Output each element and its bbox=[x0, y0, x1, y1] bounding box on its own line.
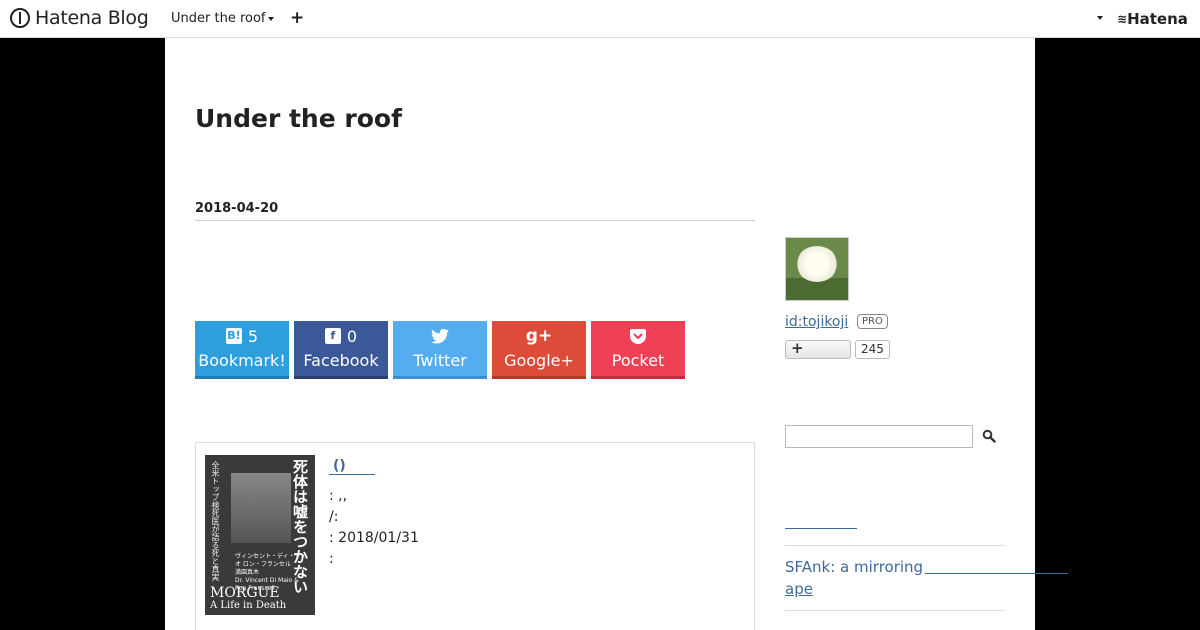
date-divider bbox=[195, 220, 755, 221]
search-icon[interactable] bbox=[982, 429, 996, 443]
add-icon[interactable]: + bbox=[290, 8, 304, 28]
hatena-bookmark-button[interactable]: B! 5 Bookmark! bbox=[195, 321, 289, 379]
twitter-share-button[interactable]: Twitter bbox=[393, 321, 487, 379]
cover-photo bbox=[231, 473, 291, 543]
search-input[interactable] bbox=[785, 425, 973, 448]
hatena-blog-logo[interactable]: Hatena Blog bbox=[10, 7, 149, 29]
google-plus-label: Google+ bbox=[504, 351, 574, 370]
hatena-mark-icon: ≋ bbox=[1117, 12, 1127, 26]
sidebar-link-underline[interactable] bbox=[785, 528, 857, 529]
pocket-label: Pocket bbox=[611, 351, 665, 370]
cover-morgue-title: MORGUE bbox=[210, 585, 280, 601]
blog-menu-label: Under the roof bbox=[171, 11, 266, 26]
book-title-link[interactable]: () bbox=[329, 458, 375, 475]
sidebar-entry-link[interactable]: SFAnk: a mirroring ape bbox=[785, 556, 985, 600]
cover-translator: 満園真木 bbox=[235, 569, 260, 576]
cover-morgue-subtitle: A Life in Death bbox=[210, 600, 287, 611]
profile-avatar[interactable] bbox=[785, 237, 849, 301]
follower-count[interactable]: 245 bbox=[855, 340, 890, 359]
twitter-bird-icon bbox=[431, 328, 449, 344]
global-header: Hatena Blog Under the roof + ≋ Hatena bbox=[0, 0, 1200, 38]
follow-plus-icon: + bbox=[791, 339, 804, 357]
hatena-logo[interactable]: ≋ Hatena bbox=[1117, 10, 1188, 28]
bookmark-count: 5 bbox=[247, 326, 259, 346]
facebook-label: Facebook bbox=[303, 351, 379, 370]
google-plus-share-button[interactable]: g+ Google+ bbox=[492, 321, 586, 379]
facebook-share-button[interactable]: f0 Facebook bbox=[294, 321, 388, 379]
facebook-icon: f bbox=[324, 328, 341, 344]
pro-badge: PRO bbox=[857, 314, 888, 329]
bookmark-label: Bookmark! bbox=[198, 351, 286, 370]
book-media: : bbox=[329, 551, 334, 567]
hatena-logo-text: Hatena bbox=[1127, 10, 1188, 28]
sidebar-entry-line2: ape bbox=[785, 580, 813, 598]
cover-authors-jp: ヴィンセント・ディ・マイオ ロン・フランセル bbox=[235, 553, 307, 568]
follow-button[interactable]: + bbox=[785, 339, 851, 359]
hatena-bookmark-icon: B! bbox=[225, 328, 242, 344]
sidebar-divider bbox=[785, 545, 1005, 546]
cover-morgue: MORGUE A Life in Death bbox=[210, 585, 287, 612]
avatar-flower bbox=[796, 246, 838, 282]
blog-menu-dropdown[interactable]: Under the roof bbox=[171, 11, 274, 26]
book-release-date: : 2018/01/31 bbox=[329, 530, 419, 546]
book-publisher: /: bbox=[329, 509, 339, 525]
pocket-icon bbox=[630, 328, 646, 344]
pocket-share-button[interactable]: Pocket bbox=[591, 321, 685, 379]
sidebar-divider-2 bbox=[785, 610, 1005, 611]
blog-page: Under the roof 2018-04-20 B! 5 Bookmark! … bbox=[165, 38, 1068, 630]
sidebar-entry-underline bbox=[925, 573, 1068, 574]
book-cover-image[interactable]: 死体は嘘をつかない 全米トップ検死医が語る死と真実 ヴィンセント・ディ・マイオ … bbox=[205, 455, 315, 615]
facebook-count: 0 bbox=[346, 326, 358, 346]
book-card: 死体は嘘をつかない 全米トップ検死医が語る死と真実 ヴィンセント・ディ・マイオ … bbox=[195, 442, 755, 630]
brand-text: Hatena Blog bbox=[35, 7, 149, 29]
profile-user-id-link[interactable]: id:tojikoji bbox=[785, 314, 848, 330]
twitter-label: Twitter bbox=[413, 351, 467, 370]
google-plus-icon: g+ bbox=[525, 326, 553, 346]
user-menu-chevron-down-icon[interactable] bbox=[1097, 16, 1103, 20]
blog-title[interactable]: Under the roof bbox=[195, 104, 402, 133]
chevron-down-icon bbox=[267, 16, 274, 21]
cover-subtitle: 全米トップ検死医が語る死と真実 bbox=[211, 461, 220, 581]
hatena-blog-logo-icon bbox=[10, 8, 30, 28]
entry-date[interactable]: 2018-04-20 bbox=[195, 201, 278, 216]
book-author: : ,, bbox=[329, 488, 348, 504]
sidebar-entry-line1: SFAnk: a mirroring bbox=[785, 558, 924, 576]
